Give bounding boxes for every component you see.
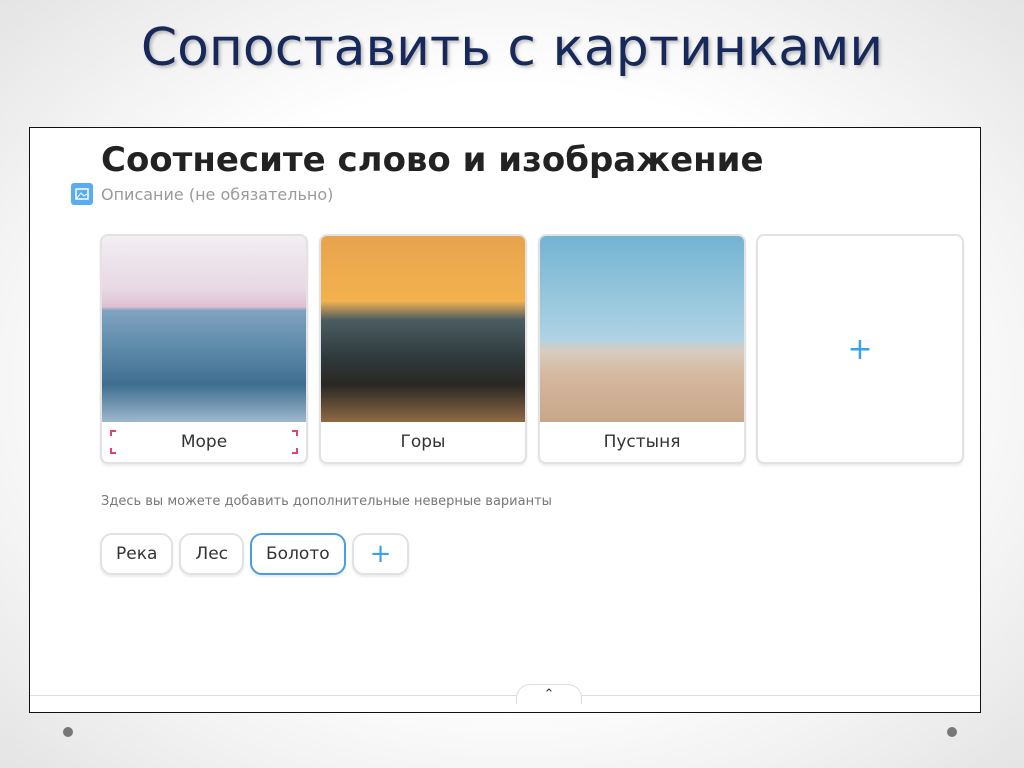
desert-image[interactable] <box>540 236 744 422</box>
distractor-list: Река Лес Болото + <box>100 533 410 575</box>
card-label-field[interactable]: Пустыня <box>540 422 744 462</box>
card-label: Пустыня <box>603 432 681 452</box>
card-label: Горы <box>400 432 446 452</box>
collapse-button[interactable]: ⌃ <box>516 684 582 704</box>
distractor-hint: Здесь вы можете добавить дополнительные … <box>101 494 552 509</box>
slide-title: Сопоставить с картинками <box>140 18 884 78</box>
mountains-image[interactable] <box>321 236 525 422</box>
focus-corner <box>292 430 298 436</box>
match-card[interactable]: Море <box>100 234 308 464</box>
card-label-field[interactable]: Море <box>102 422 306 462</box>
distractor-chip[interactable]: Река <box>100 533 174 575</box>
plus-icon: + <box>847 331 873 367</box>
match-card[interactable]: Горы <box>319 234 527 464</box>
page-title[interactable]: Соотнесите слово и изображение <box>101 140 764 180</box>
decor-dot <box>63 727 73 737</box>
add-card-button[interactable]: + <box>756 234 964 464</box>
add-distractor-button[interactable]: + <box>351 533 410 575</box>
chevron-up-icon: ⌃ <box>543 687 555 702</box>
sea-image[interactable] <box>102 236 306 422</box>
description-field[interactable]: Описание (не обязательно) <box>71 183 333 205</box>
editor-frame: Соотнесите слово и изображение Описание … <box>29 127 981 713</box>
distractor-chip[interactable]: Болото <box>250 533 346 575</box>
decor-dot <box>947 727 957 737</box>
distractor-chip[interactable]: Лес <box>179 533 244 575</box>
card-label: Море <box>180 432 228 452</box>
focus-corner <box>110 430 116 436</box>
match-card[interactable]: Пустыня <box>538 234 746 464</box>
image-icon[interactable] <box>71 183 93 205</box>
divider <box>30 695 980 696</box>
focus-corner <box>110 448 116 454</box>
focus-corner <box>292 448 298 454</box>
description-placeholder: Описание (не обязательно) <box>101 184 334 204</box>
card-label-field[interactable]: Горы <box>321 422 525 462</box>
